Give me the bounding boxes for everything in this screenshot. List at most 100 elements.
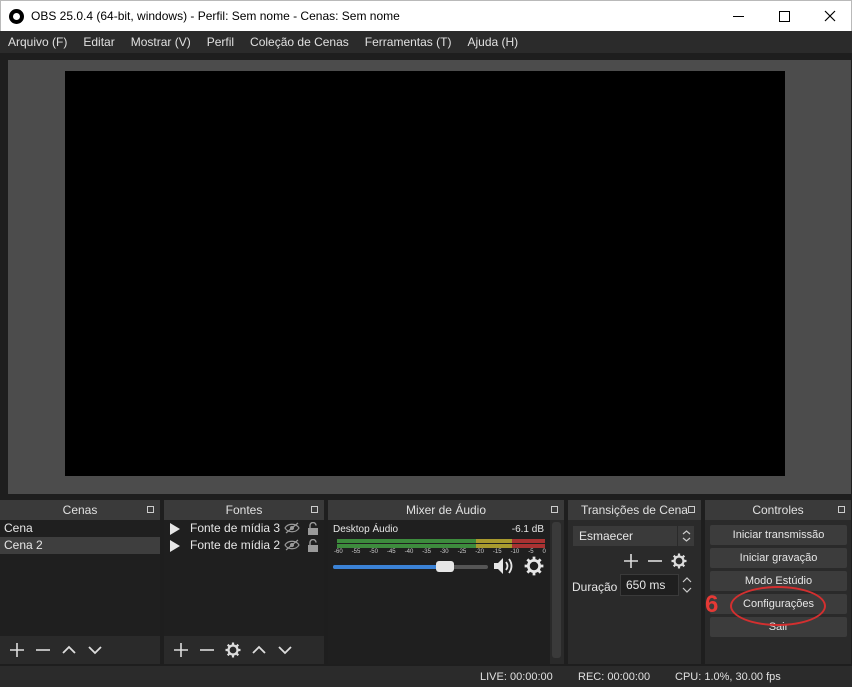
live-timer: LIVE: 00:00:00 <box>480 671 553 683</box>
unlock-icon[interactable] <box>307 539 319 552</box>
scenes-title: Cenas <box>62 503 98 517</box>
menu-colecao-cenas[interactable]: Coleção de Cenas <box>250 35 349 49</box>
chevron-up-icon <box>252 645 266 654</box>
transition-properties-button[interactable] <box>668 550 690 572</box>
close-button[interactable] <box>807 1 852 31</box>
menu-ajuda[interactable]: Ajuda (H) <box>467 35 518 49</box>
mixer-title: Mixer de Áudio <box>405 503 487 517</box>
add-scene-button[interactable] <box>6 639 28 661</box>
transition-select[interactable]: Esmaecer <box>573 526 677 546</box>
audio-mixer-dock: Mixer de Áudio Desktop Áudio -6.1 dB -60… <box>328 500 564 664</box>
minus-icon <box>36 649 50 651</box>
unlock-icon[interactable] <box>307 522 319 535</box>
tick-label: -20 <box>475 549 484 555</box>
chevron-down-icon <box>88 646 102 655</box>
move-source-up-button[interactable] <box>248 639 270 661</box>
menu-perfil[interactable]: Perfil <box>207 35 234 49</box>
scenes-list: Cena Cena 2 <box>0 520 160 664</box>
tick-label: -40 <box>404 549 414 555</box>
sources-header: Fontes <box>164 500 324 520</box>
transitions-dock: Transições de Cena Esmaecer Duração 650 … <box>568 500 701 664</box>
plus-icon <box>624 554 638 568</box>
scenes-header: Cenas <box>0 500 160 520</box>
volume-slider-fill <box>333 565 445 569</box>
plus-icon <box>10 643 24 657</box>
tick-label: -10 <box>510 549 520 555</box>
duration-label: Duração <box>572 580 618 594</box>
chevron-up-icon <box>62 645 76 654</box>
tick-label: -5 <box>528 549 534 555</box>
undock-icon[interactable] <box>838 506 845 513</box>
controls-header: Controles <box>705 500 851 520</box>
meter-red <box>512 539 545 543</box>
close-icon <box>824 10 836 22</box>
remove-scene-button[interactable] <box>32 639 54 661</box>
undock-icon[interactable] <box>147 506 154 513</box>
minimize-icon <box>732 15 744 17</box>
channel-level: -6.1 dB <box>511 524 544 535</box>
duration-field[interactable]: 650 ms <box>620 574 679 596</box>
scene-item[interactable]: Cena <box>0 520 160 537</box>
annotation-ellipse <box>730 586 826 626</box>
tick-label: -60 <box>334 549 343 555</box>
gear-icon[interactable] <box>524 556 544 576</box>
window-title: OBS 25.0.4 (64-bit, windows) - Perfil: S… <box>31 9 400 23</box>
speaker-icon[interactable] <box>492 556 516 576</box>
menu-bar: Arquivo (F) Editar Mostrar (V) Perfil Co… <box>0 31 852 53</box>
source-item[interactable]: Fonte de mídia 3 <box>164 520 324 537</box>
undock-icon[interactable] <box>311 506 318 513</box>
tick-label: -30 <box>439 549 449 555</box>
controls-title: Controles <box>752 503 804 517</box>
source-label: Fonte de mídia 3 <box>190 521 281 535</box>
tick-label: -45 <box>386 549 396 555</box>
undock-icon[interactable] <box>688 506 695 513</box>
mixer-scrollbar[interactable] <box>552 522 561 658</box>
menu-editar[interactable]: Editar <box>83 35 114 49</box>
media-source-icon <box>170 522 180 535</box>
maximize-button[interactable] <box>761 1 807 31</box>
move-scene-down-button[interactable] <box>84 639 106 661</box>
transition-select-arrows[interactable] <box>677 526 694 546</box>
meter-yellow <box>476 539 512 543</box>
move-source-down-button[interactable] <box>274 639 296 661</box>
scene-item[interactable]: Cena 2 <box>0 537 160 554</box>
hidden-eye-icon[interactable] <box>284 522 300 534</box>
add-source-button[interactable] <box>170 639 192 661</box>
sources-toolbar <box>164 636 324 664</box>
media-source-icon <box>170 539 180 552</box>
title-bar: OBS 25.0.4 (64-bit, windows) - Perfil: S… <box>0 0 852 31</box>
meter-yellow <box>476 544 512 548</box>
transitions-header: Transições de Cena <box>568 500 701 520</box>
duration-stepper[interactable] <box>680 574 694 596</box>
menu-ferramentas[interactable]: Ferramentas (T) <box>365 35 452 49</box>
source-item[interactable]: Fonte de mídia 2 <box>164 537 324 554</box>
start-recording-button[interactable]: Iniciar gravação <box>710 548 847 568</box>
preview-canvas[interactable] <box>65 71 785 476</box>
obs-logo-icon <box>9 9 24 24</box>
move-scene-up-button[interactable] <box>58 639 80 661</box>
volume-slider[interactable] <box>333 561 488 572</box>
mixer-channel: Desktop Áudio -6.1 dB -60 -55 -50 -45 -4… <box>328 520 550 664</box>
rec-timer: REC: 00:00:00 <box>578 671 651 683</box>
source-properties-button[interactable] <box>222 639 244 661</box>
volume-slider-thumb[interactable] <box>435 561 454 572</box>
gear-icon <box>671 553 687 569</box>
undock-icon[interactable] <box>551 506 558 513</box>
minus-icon <box>648 560 662 562</box>
add-transition-button[interactable] <box>620 550 642 572</box>
hidden-eye-icon[interactable] <box>284 539 300 551</box>
sources-list: Fonte de mídia 3 Fonte de mídia 2 <box>164 520 324 664</box>
menu-arquivo[interactable]: Arquivo (F) <box>8 35 67 49</box>
updown-arrows-icon <box>682 577 692 593</box>
menu-mostrar[interactable]: Mostrar (V) <box>131 35 191 49</box>
plus-icon <box>174 643 188 657</box>
minimize-button[interactable] <box>715 1 761 31</box>
tick-label: -55 <box>351 549 361 555</box>
tick-label: -25 <box>457 549 467 555</box>
remove-source-button[interactable] <box>196 639 218 661</box>
start-streaming-button[interactable]: Iniciar transmissão <box>710 525 847 545</box>
chevron-down-icon <box>278 646 292 655</box>
remove-transition-button[interactable] <box>644 550 666 572</box>
preview-area <box>8 60 851 494</box>
source-label: Fonte de mídia 2 <box>190 538 281 552</box>
